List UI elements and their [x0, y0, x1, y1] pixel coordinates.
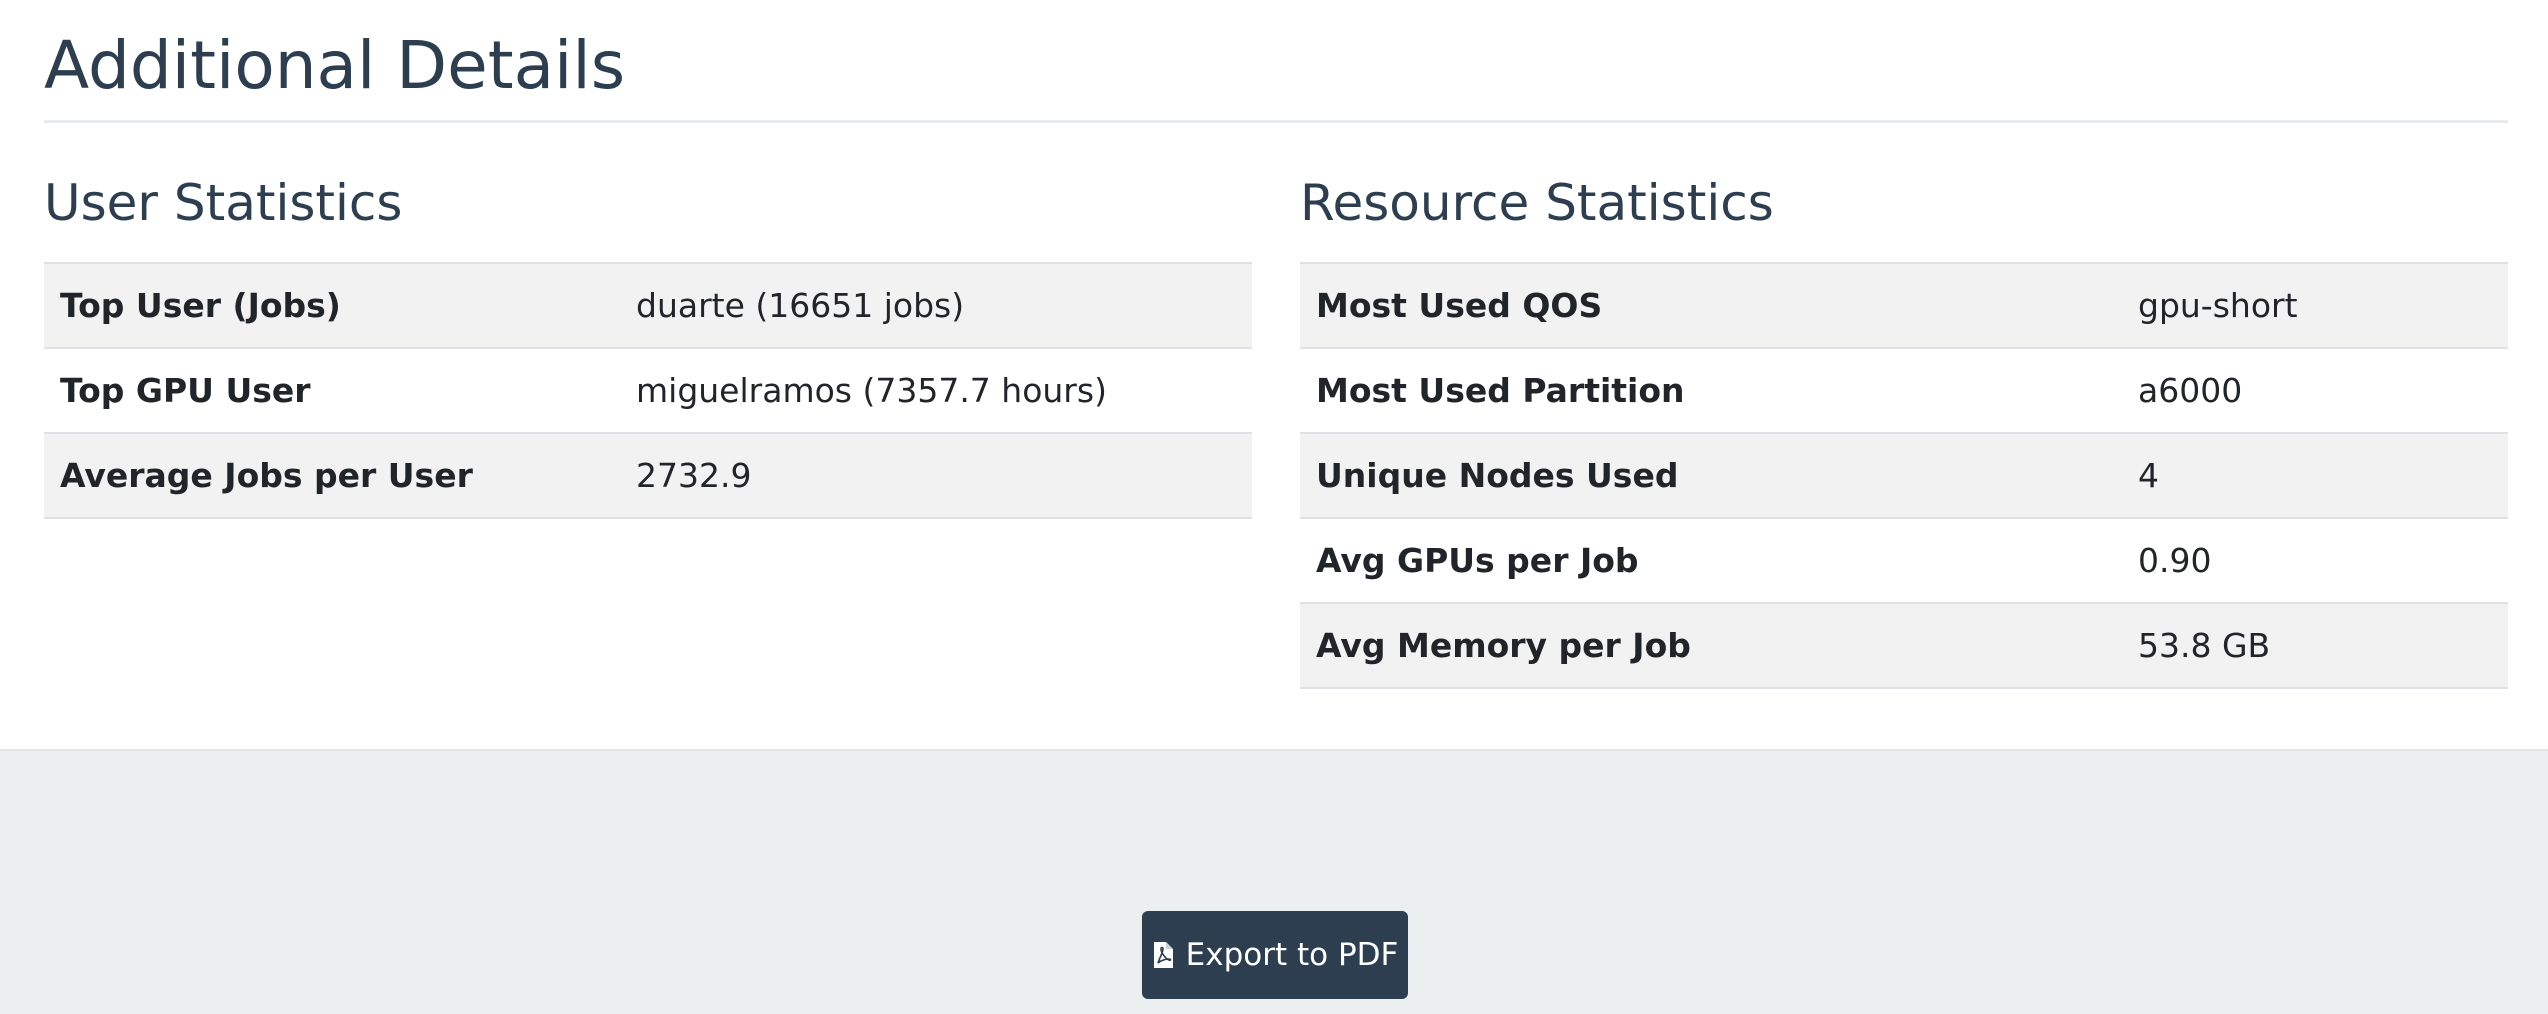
user-statistics-table: Top User (Jobs) duarte (16651 jobs) Top …: [44, 262, 1252, 519]
table-row: Most Used Partition a6000: [1300, 347, 2508, 433]
resource-statistics-table: Most Used QOS gpu-short Most Used Partit…: [1300, 262, 2508, 689]
title-divider: [44, 120, 2508, 123]
table-row: Unique Nodes Used 4: [1300, 432, 2508, 518]
table-row: Avg Memory per Job 53.8 GB: [1300, 602, 2508, 689]
page-title: Additional Details: [44, 27, 626, 104]
table-row: Average Jobs per User 2732.9: [44, 432, 1252, 519]
stat-label: Most Used Partition: [1300, 347, 2122, 433]
user-statistics-title: User Statistics: [44, 174, 403, 232]
stat-value: a6000: [2122, 347, 2508, 433]
file-pdf-icon: [1152, 941, 1174, 969]
export-pdf-label: Export to PDF: [1185, 937, 1399, 973]
table-row: Avg GPUs per Job 0.90: [1300, 517, 2508, 603]
stat-value: miguelramos (7357.7 hours): [620, 347, 1252, 433]
stat-label: Avg Memory per Job: [1300, 602, 2122, 689]
stat-label: Unique Nodes Used: [1300, 432, 2122, 518]
export-pdf-button[interactable]: Export to PDF: [1142, 911, 1408, 999]
table-row: Most Used QOS gpu-short: [1300, 262, 2508, 348]
stat-value: gpu-short: [2122, 262, 2508, 348]
stat-value: 53.8 GB: [2122, 602, 2508, 689]
stat-label: Avg GPUs per Job: [1300, 517, 2122, 603]
stat-value: 4: [2122, 432, 2508, 518]
stat-label: Top User (Jobs): [44, 262, 620, 348]
additional-details-card: Additional Details User Statistics Top U…: [0, 0, 2548, 751]
resource-statistics-section: Resource Statistics Most Used QOS gpu-sh…: [1300, 168, 2508, 689]
resource-statistics-title: Resource Statistics: [1300, 174, 1774, 232]
table-row: Top User (Jobs) duarte (16651 jobs): [44, 262, 1252, 348]
table-row: Top GPU User miguelramos (7357.7 hours): [44, 347, 1252, 433]
stat-value: duarte (16651 jobs): [620, 262, 1252, 348]
stat-value: 0.90: [2122, 517, 2508, 603]
user-statistics-section: User Statistics Top User (Jobs) duarte (…: [44, 168, 1252, 519]
stat-label: Most Used QOS: [1300, 262, 2122, 348]
stat-label: Top GPU User: [44, 347, 620, 433]
stat-label: Average Jobs per User: [44, 432, 620, 519]
stat-value: 2732.9: [620, 432, 1252, 519]
